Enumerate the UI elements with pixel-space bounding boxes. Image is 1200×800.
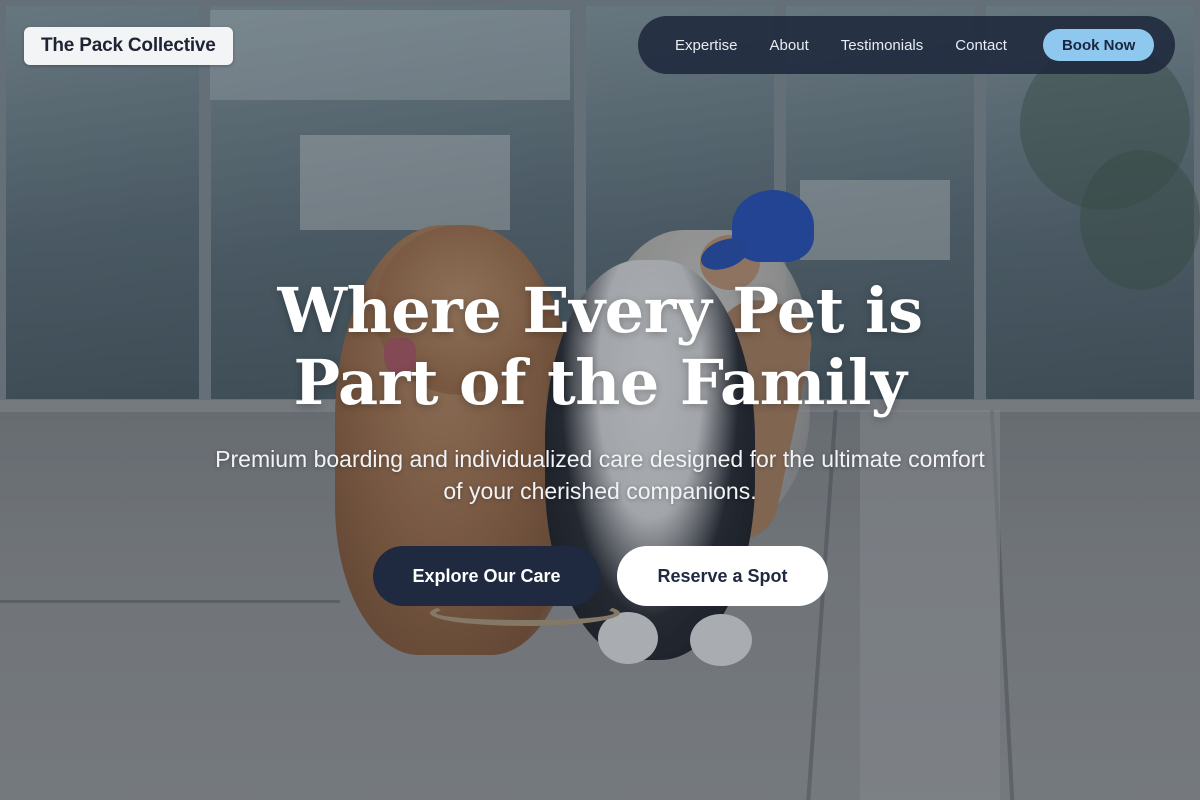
reserve-spot-button[interactable]: Reserve a Spot bbox=[617, 546, 828, 606]
hero-headline-line2: Part of the Family bbox=[293, 346, 907, 419]
hero-headline: Where Every Pet is Part of the Family bbox=[150, 275, 1050, 419]
hero-subhead: Premium boarding and individualized care… bbox=[160, 443, 1040, 507]
main-nav: Expertise About Testimonials Contact Boo… bbox=[638, 16, 1175, 74]
nav-link-contact[interactable]: Contact bbox=[955, 37, 1007, 54]
nav-link-expertise[interactable]: Expertise bbox=[675, 37, 738, 54]
book-now-button[interactable]: Book Now bbox=[1042, 29, 1155, 61]
hero-subhead-line1: Premium boarding and individualized care… bbox=[215, 446, 985, 472]
nav-link-about[interactable]: About bbox=[770, 37, 809, 54]
explore-care-button[interactable]: Explore Our Care bbox=[373, 546, 600, 606]
brand-logo[interactable]: The Pack Collective bbox=[24, 27, 233, 65]
hero-cta-group: Explore Our Care Reserve a Spot bbox=[373, 546, 828, 606]
hero-headline-line1: Where Every Pet is bbox=[277, 274, 923, 347]
hero-subhead-line2: of your cherished companions. bbox=[443, 478, 757, 504]
hero-section: The Pack Collective Expertise About Test… bbox=[0, 0, 1200, 800]
nav-link-testimonials[interactable]: Testimonials bbox=[841, 37, 924, 54]
